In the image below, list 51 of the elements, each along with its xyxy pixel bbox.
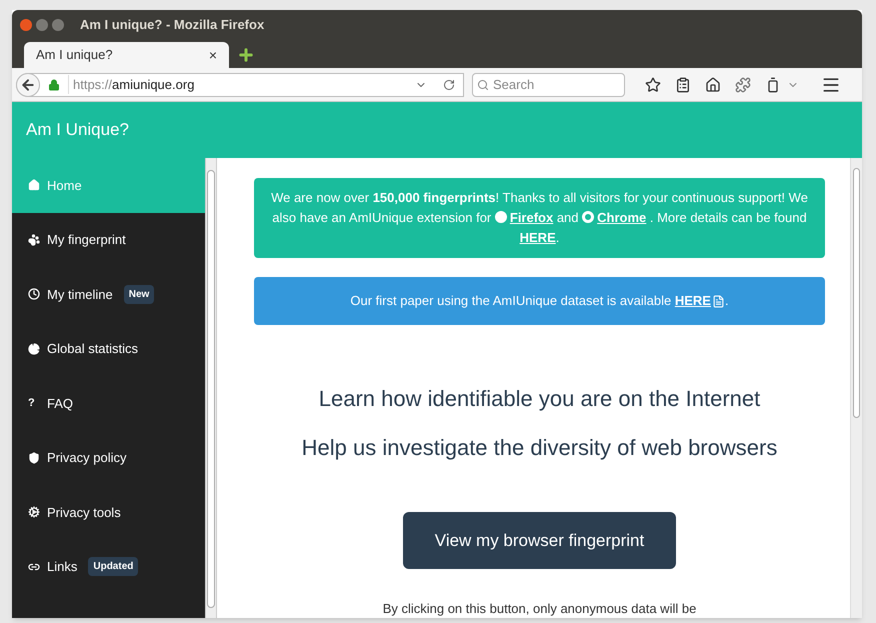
reload-icon[interactable] (443, 78, 455, 90)
gears-icon (28, 506, 40, 518)
search-placeholder: Search (493, 76, 534, 94)
new-tab-icon[interactable] (237, 46, 255, 64)
tagline: Help us investigate the diversity of web browsers (302, 434, 778, 462)
tab-title: Am I unique? (36, 46, 113, 64)
banner-text: Our first paper using the AmIUnique dataset is available HERE . (349, 292, 730, 310)
sidebar-label: Links (47, 558, 78, 576)
sidebar-item[interactable]: My timeline New (12, 267, 205, 322)
tagline: Learn how identifiable you are on the Internet (318, 385, 760, 413)
close-icon[interactable] (20, 19, 32, 31)
back-button[interactable] (16, 72, 40, 96)
sidebar-item[interactable]: Links Updated (12, 540, 205, 594)
banner-text: We are now over 150,000 fingerprints! Thanks to all visitors for your continuous support! We also have an AmIUnique extension for Firefox and Chrome . More details can be found HERE. (270, 189, 809, 247)
browser-tab[interactable]: Am I unique? × (24, 42, 229, 68)
sidebar-item[interactable]: Privacy policy (12, 430, 205, 485)
sidebar-label: Privacy policy (47, 449, 126, 467)
sidebar-label: Home (47, 176, 82, 194)
sidebar-item[interactable]: My fingerprint (12, 212, 205, 267)
search-icon (477, 78, 489, 90)
puzzle-icon[interactable] (735, 76, 751, 92)
sidebar-label: FAQ (47, 394, 74, 412)
sidebar-label: Global statistics (47, 340, 138, 358)
clipboard-icon[interactable] (675, 76, 691, 92)
view-fingerprint-button[interactable]: View my browser fingerprint (403, 512, 676, 568)
sidebar-item[interactable]: Global statistics (12, 322, 205, 376)
sidebar-label: My fingerprint (47, 231, 126, 249)
url-text: https://amiunique.org (73, 76, 194, 92)
home-icon (28, 179, 40, 192)
sidebar-label: Privacy tools (47, 504, 121, 522)
sidebar-item[interactable]: Privacy tools (12, 485, 205, 540)
disclaimer-text: By clicking on this button, only anonymous data will be (382, 600, 696, 618)
search-field[interactable]: Search (472, 72, 625, 96)
sidebar-label: My timeline (47, 286, 113, 304)
pdf-icon (712, 295, 725, 308)
sidebar-badge: Updated (88, 557, 138, 576)
window-title: Am I unique? - Mozilla Firefox (80, 16, 264, 34)
sidebar-item[interactable]: ? FAQ (12, 376, 205, 430)
url-field[interactable]: https://amiunique.org (16, 72, 464, 96)
pie-chart-icon (28, 342, 40, 355)
lock-icon (48, 78, 60, 90)
home-icon[interactable] (705, 76, 721, 92)
question-mark-icon: ? (28, 395, 40, 412)
shield-icon (28, 452, 40, 464)
tab-close-button[interactable]: × (208, 44, 217, 66)
maximize-icon[interactable] (52, 19, 64, 31)
clock-icon (28, 288, 40, 300)
minimize-icon[interactable] (36, 19, 48, 31)
sidebar-badge: New (124, 284, 154, 304)
bookmark-star-icon[interactable] (645, 76, 661, 92)
paw-icon (28, 234, 40, 246)
